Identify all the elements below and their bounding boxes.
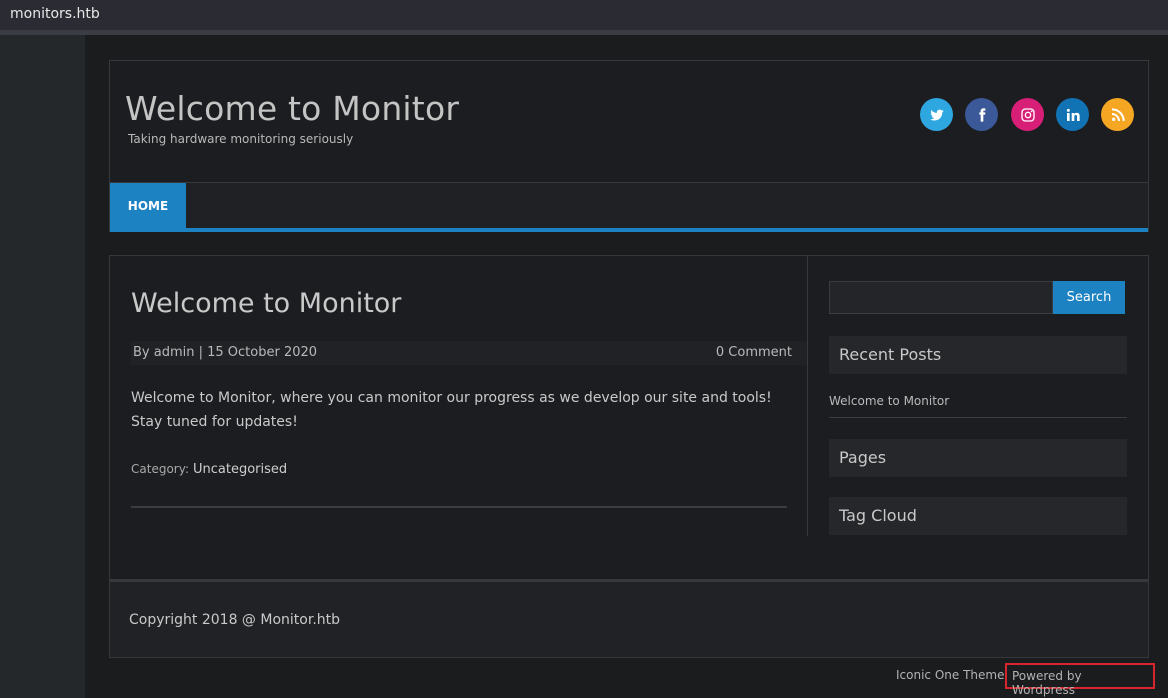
nav-accent-bar: [110, 228, 1148, 232]
browser-tab-bar: monitors.htb: [0, 0, 1168, 31]
site-title[interactable]: Welcome to Monitor: [125, 89, 459, 128]
nav-home-link[interactable]: HOME: [110, 183, 186, 228]
powered-by-wordpress-link[interactable]: Powered by Wordpress: [1005, 663, 1155, 697]
left-sidebar-strip: [0, 35, 85, 698]
pages-widget-title: Pages: [829, 439, 1127, 477]
theme-credit-link[interactable]: Iconic One Theme: [896, 668, 1004, 682]
main-navigation: HOME: [110, 182, 1148, 232]
category-label: Category:: [131, 462, 189, 476]
post-title[interactable]: Welcome to Monitor: [131, 288, 401, 319]
comment-count-link[interactable]: 0 Comment: [716, 345, 792, 360]
category-link[interactable]: Uncategorised: [193, 462, 287, 477]
site-header: Welcome to Monitor Taking hardware monit…: [109, 60, 1149, 232]
search-button[interactable]: Search: [1053, 281, 1125, 314]
column-divider: [807, 256, 808, 536]
recent-posts-divider: [829, 417, 1127, 418]
post-divider: [131, 506, 787, 508]
post-meta: By admin | 15 October 2020 0 Comment: [131, 341, 807, 365]
site-tagline: Taking hardware monitoring seriously: [128, 132, 354, 146]
main-content: Welcome to Monitor By admin | 15 October…: [109, 255, 1149, 580]
footer-copyright: Copyright 2018 @ Monitor.htb: [129, 612, 341, 628]
recent-post-link[interactable]: Welcome to Monitor: [829, 394, 949, 408]
tag-cloud-widget-title: Tag Cloud: [829, 497, 1127, 535]
post-category: Category: Uncategorised: [131, 462, 287, 477]
page-host: monitors.htb: [10, 6, 100, 22]
post-byline: By admin | 15 October 2020: [133, 345, 318, 360]
twitter-icon[interactable]: [920, 98, 953, 131]
rss-icon[interactable]: [1101, 98, 1134, 131]
recent-posts-widget-title: Recent Posts: [829, 336, 1127, 374]
site-footer: Copyright 2018 @ Monitor.htb: [109, 580, 1149, 658]
search-input[interactable]: [829, 281, 1053, 314]
linkedin-icon[interactable]: [1056, 98, 1089, 131]
facebook-icon[interactable]: [965, 98, 998, 131]
instagram-icon[interactable]: [1011, 98, 1044, 131]
post-body: Welcome to Monitor, where you can monito…: [131, 390, 772, 430]
